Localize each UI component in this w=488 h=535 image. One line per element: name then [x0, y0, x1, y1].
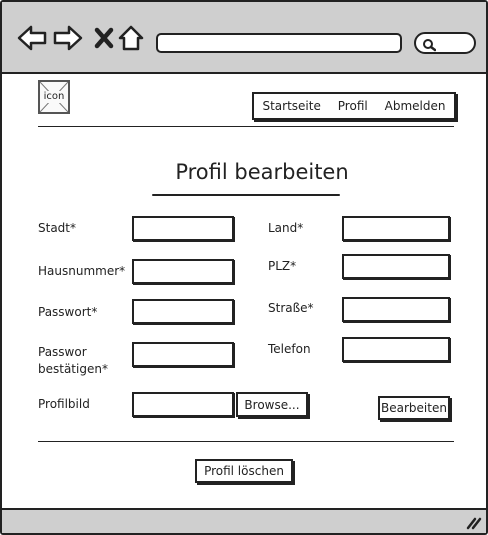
- stadt-label: Stadt*: [38, 221, 76, 235]
- passwort-label: Passwort*: [38, 305, 98, 319]
- menu-item-profil[interactable]: Profil: [338, 99, 368, 113]
- logo-placeholder: icon: [38, 80, 70, 114]
- passwort-confirm-field[interactable]: [132, 342, 234, 367]
- profilbild-label: Profilbild: [38, 397, 90, 411]
- menu-item-startseite[interactable]: Startseite: [262, 99, 320, 113]
- browse-button[interactable]: Browse...: [236, 392, 308, 417]
- footer-divider: [38, 441, 454, 442]
- passwort-field[interactable]: [132, 299, 234, 324]
- plz-label: PLZ*: [268, 259, 297, 273]
- page-title: Profil bearbeiten: [175, 160, 349, 184]
- back-arrow-icon[interactable]: [16, 24, 48, 52]
- passwort-confirm-label: Passwor bestätigen*: [38, 344, 108, 378]
- search-icon: [423, 39, 436, 52]
- hausnummer-field[interactable]: [132, 259, 234, 284]
- main-menu: Startseite Profil Abmelden: [252, 92, 456, 120]
- stadt-field[interactable]: [132, 216, 234, 241]
- logo-text: icon: [40, 91, 68, 103]
- close-icon[interactable]: [94, 27, 114, 49]
- strasse-field[interactable]: [342, 297, 450, 322]
- forward-arrow-icon[interactable]: [52, 24, 84, 52]
- menu-item-abmelden[interactable]: Abmelden: [385, 99, 446, 113]
- address-bar[interactable]: [156, 33, 402, 53]
- title-underline: [152, 194, 340, 196]
- telefon-field[interactable]: [342, 337, 450, 362]
- passwort-confirm-label-line2: bestätigen*: [38, 362, 108, 376]
- status-bar: [2, 508, 486, 533]
- header-divider: [38, 126, 454, 127]
- hausnummer-label: Hausnummer*: [38, 264, 126, 278]
- plz-field[interactable]: [342, 254, 450, 279]
- bearbeiten-button[interactable]: Bearbeiten: [378, 396, 450, 420]
- land-field[interactable]: [342, 216, 450, 241]
- browser-toolbar: [2, 2, 486, 74]
- resize-grip-icon[interactable]: [466, 516, 482, 530]
- home-icon[interactable]: [118, 24, 144, 52]
- passwort-confirm-label-line1: Passwor: [38, 345, 87, 359]
- profilbild-field[interactable]: [132, 392, 234, 417]
- land-label: Land*: [268, 221, 304, 235]
- browser-window: icon Startseite Profil Abmelden Profil b…: [0, 0, 488, 535]
- profil-loeschen-button[interactable]: Profil löschen: [195, 459, 293, 483]
- telefon-label: Telefon: [268, 342, 311, 356]
- strasse-label: Straße*: [268, 301, 314, 315]
- search-input[interactable]: [414, 32, 476, 54]
